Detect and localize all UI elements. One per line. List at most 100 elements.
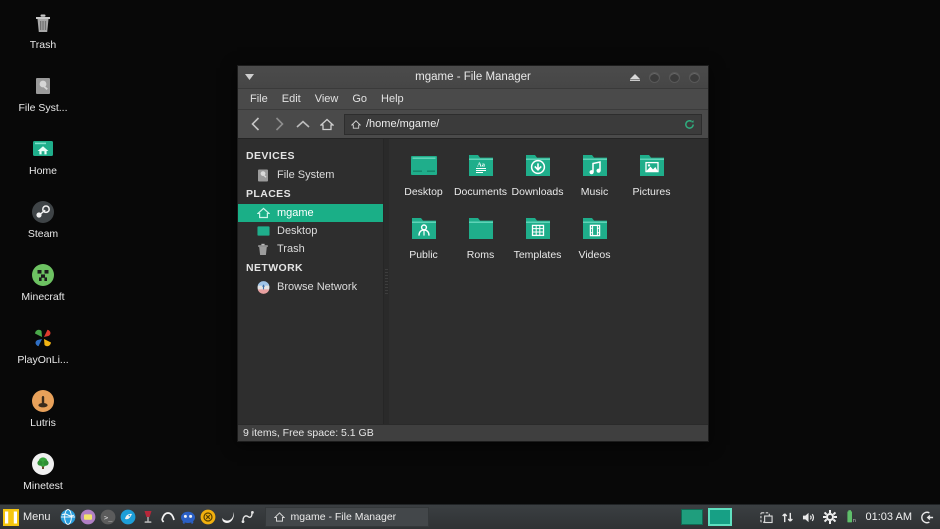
desktop-icon-steam[interactable]: Steam <box>0 199 86 253</box>
desktop-icon-label: File Syst... <box>18 102 68 114</box>
folder-icon <box>465 213 497 245</box>
applications-menu-button[interactable]: Menu <box>0 506 57 528</box>
menu-item-file[interactable]: File <box>244 91 274 107</box>
wine-icon[interactable] <box>139 508 157 526</box>
window-titlebar[interactable]: mgame - File Manager <box>238 66 708 89</box>
up-arrow-icon[interactable] <box>292 113 314 135</box>
music-folder-icon <box>579 150 611 182</box>
file-item-templates[interactable]: Templates <box>509 210 566 272</box>
menu-item-help[interactable]: Help <box>375 91 410 107</box>
svg-text:Aa: Aa <box>477 162 486 169</box>
desktop-icon-minetest[interactable]: Minetest <box>0 451 86 505</box>
file-item-label: Public <box>409 249 438 261</box>
file-item-downloads[interactable]: Downloads <box>509 147 566 209</box>
file-item-pictures[interactable]: Pictures <box>623 147 680 209</box>
desktop-icon-label: Minetest <box>23 480 63 492</box>
sidebar-splitter[interactable] <box>384 139 389 424</box>
reload-icon[interactable] <box>684 119 695 130</box>
splitter-grip <box>385 268 388 295</box>
pictures-folder-icon <box>636 150 668 182</box>
videos-folder-icon <box>579 213 611 245</box>
desktop-icon-label: Steam <box>27 228 59 240</box>
file-item-desktop[interactable]: Desktop <box>395 147 452 209</box>
sidebar-item-trash[interactable]: Trash <box>238 240 383 258</box>
desktop-icon-file-system[interactable]: File Syst... <box>0 73 86 127</box>
app-finder-icon[interactable] <box>79 508 97 526</box>
workspace-2[interactable] <box>707 508 732 526</box>
ppsspp-icon[interactable] <box>219 508 237 526</box>
desktop-icon-home[interactable]: Home <box>0 136 86 190</box>
battery-icon[interactable]: n <box>844 510 858 524</box>
file-item-label: Music <box>580 186 609 198</box>
lutris-icon <box>30 388 56 414</box>
settings-gear-icon[interactable] <box>822 510 837 524</box>
sidebar-group-places: PLACES <box>246 188 291 200</box>
file-item-label: Documents <box>453 186 508 198</box>
mupen64-icon[interactable] <box>179 508 197 526</box>
file-item-documents[interactable]: Aa Documents <box>452 147 509 209</box>
drive-icon <box>256 168 270 182</box>
retroarch-icon[interactable] <box>159 508 177 526</box>
file-icon-grid: Desktop Aa Documents Downloads Music Pic… <box>395 147 708 273</box>
file-manager-window[interactable]: mgame - File Manager File Edit View Go H… <box>237 65 709 442</box>
desktop-icon-playonlinux[interactable]: PlayOnLi... <box>0 325 86 379</box>
desktop-icon-label: Minecraft <box>21 291 65 303</box>
logout-icon[interactable] <box>920 510 934 524</box>
sidebar-item-desktop[interactable]: Desktop <box>238 222 383 240</box>
workspace-1[interactable] <box>680 509 703 525</box>
sidebar-group-devices: DEVICES <box>246 150 295 162</box>
close-icon[interactable] <box>689 71 700 83</box>
file-item-roms[interactable]: Roms <box>452 210 509 272</box>
svg-text:n: n <box>853 518 856 524</box>
clipboard-icon[interactable] <box>760 510 774 524</box>
minimize-icon[interactable] <box>649 71 660 83</box>
window-menu-icon[interactable] <box>238 66 260 88</box>
trash-icon <box>30 10 56 36</box>
web-browser-icon[interactable] <box>59 508 77 526</box>
desktop-icon-lutris[interactable]: Lutris <box>0 388 86 442</box>
status-bar: 9 items, Free space: 5.1 GB <box>238 424 708 441</box>
dolphin-emulator-icon[interactable] <box>119 508 137 526</box>
workspace-switcher[interactable] <box>680 508 732 526</box>
path-input[interactable]: /home/mgame/ <box>344 113 702 135</box>
folder-icon <box>256 224 270 238</box>
sidebar: DEVICES File System PLACES mgame Desktop… <box>238 139 384 424</box>
menu-bar: File Edit View Go Help <box>238 89 708 110</box>
sidebar-item-label: mgame <box>277 207 314 219</box>
file-item-public[interactable]: Public <box>395 210 452 272</box>
menu-item-go[interactable]: Go <box>346 91 373 107</box>
taskbar-window-button[interactable]: mgame - File Manager <box>264 507 429 527</box>
forward-arrow-icon[interactable] <box>268 113 290 135</box>
maximize-icon[interactable] <box>669 71 680 83</box>
pcsx2-icon[interactable] <box>199 508 217 526</box>
folder-small-icon <box>273 512 285 522</box>
sidebar-item-label: File System <box>277 169 335 181</box>
sidebar-item-browse-network[interactable]: Browse Network <box>238 278 383 296</box>
shade-icon[interactable] <box>630 73 640 82</box>
file-item-label: Downloads <box>511 186 564 198</box>
file-list-pane[interactable]: Desktop Aa Documents Downloads Music Pic… <box>389 139 708 424</box>
file-item-music[interactable]: Music <box>566 147 623 209</box>
menu-item-view[interactable]: View <box>309 91 345 107</box>
dosbox-icon[interactable] <box>239 508 257 526</box>
file-item-label: Videos <box>578 249 611 261</box>
desktop-icon-trash[interactable]: Trash <box>0 10 86 64</box>
sidebar-item-label: Desktop <box>277 225 318 237</box>
sidebar-item-mgame[interactable]: mgame <box>238 204 383 222</box>
sidebar-item-label: Trash <box>277 243 305 255</box>
terminal-icon[interactable]: >_ <box>99 508 117 526</box>
clock[interactable]: 01:03 AM <box>864 511 914 523</box>
path-text: /home/mgame/ <box>366 118 440 130</box>
desktop-icon-label: Trash <box>29 39 57 51</box>
file-item-label: Roms <box>466 249 495 261</box>
network-updown-icon[interactable] <box>781 510 795 524</box>
system-tray: n 01:03 AM <box>680 508 940 526</box>
sidebar-item-file-system[interactable]: File System <box>238 166 383 184</box>
volume-icon[interactable] <box>802 510 816 524</box>
tray-icons: n <box>738 510 858 524</box>
home-icon[interactable] <box>316 113 338 135</box>
desktop-icon-minecraft[interactable]: Minecraft <box>0 262 86 316</box>
menu-item-edit[interactable]: Edit <box>276 91 307 107</box>
file-item-videos[interactable]: Videos <box>566 210 623 272</box>
back-arrow-icon[interactable] <box>244 113 266 135</box>
